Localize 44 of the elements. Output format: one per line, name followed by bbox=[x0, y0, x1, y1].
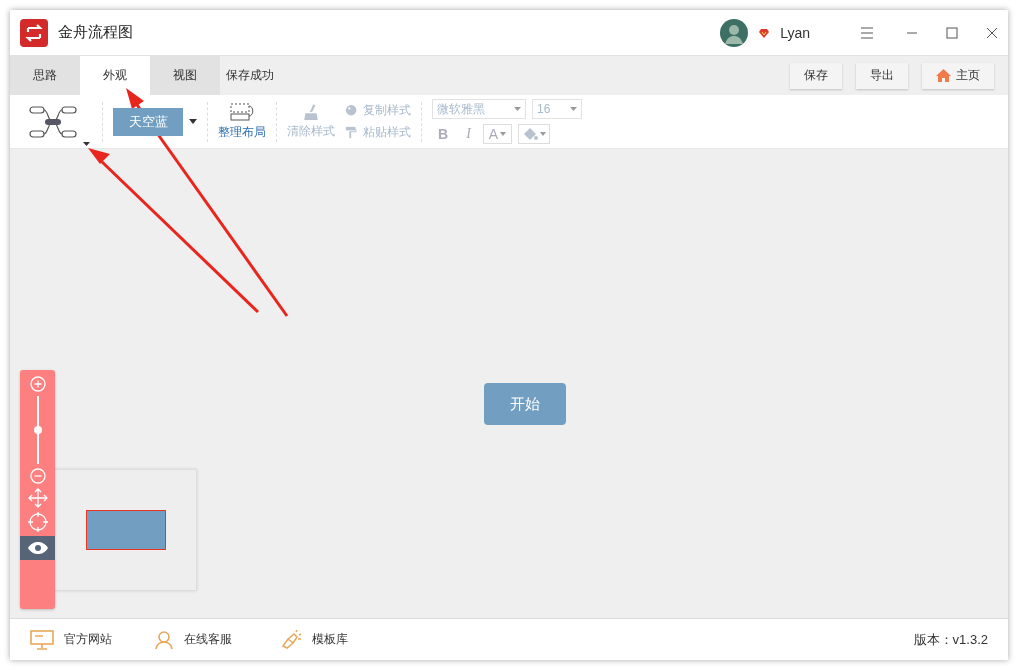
avatar-icon bbox=[720, 18, 749, 47]
layout-arrange-icon bbox=[229, 102, 255, 122]
caret-icon[interactable] bbox=[189, 119, 197, 124]
maximize-icon[interactable] bbox=[946, 26, 958, 39]
tab[interactable]: 视图 bbox=[150, 56, 220, 95]
close-icon[interactable] bbox=[986, 26, 998, 39]
zoom-in-icon[interactable] bbox=[29, 376, 46, 392]
caret-icon bbox=[83, 141, 90, 146]
zoom-out-icon[interactable] bbox=[29, 468, 46, 484]
save-status: 保存成功 bbox=[226, 67, 275, 84]
move-icon[interactable] bbox=[27, 488, 48, 508]
home-icon bbox=[936, 69, 951, 82]
tab[interactable]: 思路 bbox=[10, 56, 80, 95]
toolbar-button[interactable]: 导出 bbox=[856, 62, 908, 89]
zoom-slider[interactable] bbox=[36, 396, 39, 464]
vip-badge-icon bbox=[758, 26, 771, 39]
footer-link[interactable]: 模板库 bbox=[280, 629, 348, 650]
paint-roller-icon bbox=[345, 125, 359, 140]
flashlight-icon bbox=[280, 629, 302, 650]
menu-icon[interactable] bbox=[860, 26, 874, 39]
home-button[interactable]: 主页 bbox=[922, 62, 994, 89]
tab[interactable]: 外观 bbox=[80, 56, 150, 95]
toolbar-button[interactable]: 保存 bbox=[790, 62, 842, 89]
caret-icon bbox=[500, 132, 507, 136]
window-title: 金舟流程图 bbox=[58, 23, 134, 42]
caret-icon bbox=[514, 107, 521, 111]
eye-icon bbox=[27, 542, 48, 554]
version-label: 版本：v1.3.2 bbox=[913, 630, 988, 649]
person-icon bbox=[154, 629, 174, 650]
target-icon[interactable] bbox=[27, 512, 48, 532]
arrange-layout-button[interactable]: 整理布局 bbox=[218, 102, 266, 141]
mindmap-layout-icon bbox=[28, 103, 78, 140]
app-logo-icon bbox=[20, 18, 48, 47]
caret-icon bbox=[540, 132, 547, 136]
broom-icon bbox=[302, 103, 320, 121]
zoom-slider-thumb[interactable] bbox=[33, 426, 42, 434]
preview-toggle[interactable] bbox=[20, 536, 55, 560]
monitor-icon bbox=[30, 629, 54, 650]
caret-icon bbox=[570, 107, 577, 111]
footer-link[interactable]: 在线客服 bbox=[154, 629, 232, 650]
fill-color-button[interactable] bbox=[518, 124, 551, 144]
footer-link[interactable]: 官方网站 bbox=[30, 629, 112, 650]
user-name: Lyan bbox=[780, 24, 810, 41]
paint-bucket-icon bbox=[522, 127, 539, 141]
